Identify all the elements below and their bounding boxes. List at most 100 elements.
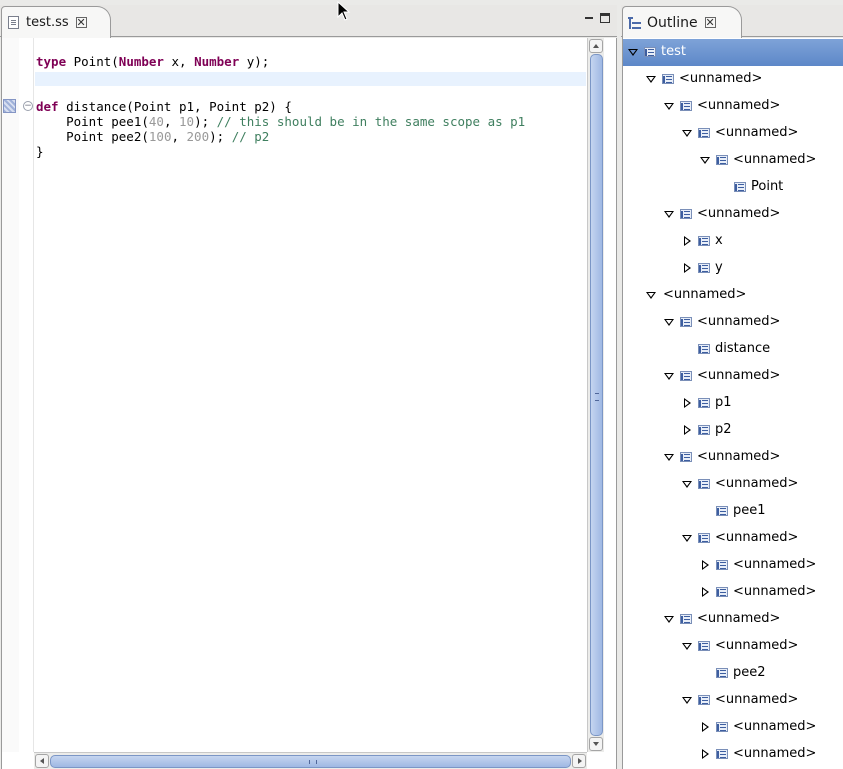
scroll-down-icon[interactable] — [589, 737, 603, 751]
tree-item[interactable]: pee2 — [623, 660, 843, 687]
code-editor[interactable]: − type Point(Number x, Number y); def di… — [1, 38, 617, 769]
expanded-arrow-icon[interactable] — [682, 128, 692, 138]
expanded-arrow-icon[interactable] — [664, 317, 674, 327]
tree-item[interactable]: <unnamed> — [623, 444, 843, 471]
vertical-scrollbar[interactable] — [587, 38, 604, 752]
tree-item[interactable]: <unnamed> — [623, 120, 843, 147]
scroll-left-icon[interactable] — [35, 754, 49, 768]
tree-item-label: <unnamed> — [697, 98, 781, 113]
tree-item-label: <unnamed> — [715, 638, 799, 653]
outline-tree[interactable]: test <unnamed> <unnamed> <unnamed> <unnamed>… — [622, 38, 843, 769]
code-token: x, — [163, 54, 195, 69]
collapsed-arrow-icon[interactable] — [700, 749, 710, 759]
fold-toggle-icon[interactable]: − — [23, 101, 33, 111]
tree-item-label: p1 — [715, 395, 732, 410]
expanded-arrow-icon[interactable] — [628, 47, 638, 57]
tree-item[interactable]: p1 — [623, 390, 843, 417]
collapsed-arrow-icon[interactable] — [682, 236, 692, 246]
tree-item[interactable]: p2 — [623, 417, 843, 444]
tree-item[interactable]: <unnamed> — [623, 363, 843, 390]
expanded-arrow-icon[interactable] — [664, 371, 674, 381]
tree-item[interactable]: pee1 — [623, 498, 843, 525]
code-line[interactable]: type Point(Number x, Number y); — [36, 54, 525, 69]
expanded-arrow-icon[interactable] — [646, 74, 656, 84]
tree-item[interactable]: <unnamed> — [623, 66, 843, 93]
keyword-token: def — [36, 99, 59, 114]
expanded-arrow-icon[interactable] — [682, 695, 692, 705]
tree-item[interactable]: y — [623, 255, 843, 282]
expanded-arrow-icon[interactable] — [682, 533, 692, 543]
overview-ruler[interactable] — [2, 38, 19, 752]
close-icon[interactable]: ✕ — [75, 17, 87, 28]
comment-token: // this should be in the same scope as p… — [216, 114, 526, 129]
tree-item[interactable]: <unnamed> — [623, 606, 843, 633]
tree-item[interactable]: <unnamed> — [623, 579, 843, 606]
tree-item[interactable]: test — [623, 39, 843, 66]
tree-item[interactable]: <unnamed> — [623, 471, 843, 498]
tree-item[interactable]: <unnamed> — [623, 633, 843, 660]
code-line[interactable] — [36, 84, 525, 99]
tree-node-icon — [698, 344, 710, 354]
collapsed-arrow-icon[interactable] — [682, 398, 692, 408]
outline-tab[interactable]: Outline ✕ — [622, 6, 742, 38]
code-line[interactable]: Point pee2(100, 200); // p2 — [36, 129, 525, 144]
tree-item[interactable]: <unnamed> — [623, 714, 843, 741]
tree-item[interactable]: <unnamed> — [623, 147, 843, 174]
horizontal-scroll-thumb[interactable] — [50, 755, 571, 768]
horizontal-scrollbar[interactable] — [34, 752, 587, 769]
tree-item-label: distance — [715, 341, 771, 356]
code-line[interactable]: } — [36, 144, 525, 159]
tree-item-label: <unnamed> — [733, 719, 817, 734]
expanded-arrow-icon[interactable] — [664, 452, 674, 462]
code-line[interactable] — [36, 69, 525, 84]
expanded-arrow-icon[interactable] — [664, 209, 674, 219]
code-line[interactable]: def distance(Point p1, Point p2) { — [36, 99, 525, 114]
tree-item[interactable]: <unnamed> — [623, 282, 843, 309]
collapsed-arrow-icon[interactable] — [682, 263, 692, 273]
code-token: ); — [194, 114, 217, 129]
file-icon — [8, 16, 19, 29]
vertical-scroll-thumb[interactable] — [590, 54, 603, 736]
collapsed-arrow-icon[interactable] — [700, 722, 710, 732]
expanded-arrow-icon[interactable] — [664, 101, 674, 111]
editor-tab-test-ss[interactable]: test.ss ✕ — [1, 6, 111, 38]
expanded-arrow-icon[interactable] — [700, 155, 710, 165]
code-line[interactable]: Point pee1(40, 10); // this should be in… — [36, 114, 525, 129]
occurrence-marker[interactable] — [3, 99, 16, 113]
expanded-arrow-icon[interactable] — [646, 290, 656, 300]
tree-item-label: <unnamed> — [715, 692, 799, 707]
scroll-right-icon[interactable] — [572, 754, 586, 768]
minimize-icon[interactable] — [584, 13, 594, 23]
expanded-arrow-icon[interactable] — [682, 641, 692, 651]
collapsed-arrow-icon[interactable] — [700, 560, 710, 570]
tree-item[interactable]: Point — [623, 174, 843, 201]
tree-item[interactable]: <unnamed> — [623, 309, 843, 336]
close-icon[interactable]: ✕ — [704, 17, 716, 28]
expanded-arrow-icon[interactable] — [682, 479, 692, 489]
tree-node-icon — [716, 506, 728, 516]
gutter-divider — [33, 38, 34, 752]
collapsed-arrow-icon[interactable] — [682, 425, 692, 435]
keyword-token: Number — [118, 54, 164, 69]
tree-item-label: <unnamed> — [733, 557, 817, 572]
tree-item[interactable]: distance — [623, 336, 843, 363]
tree-item[interactable]: <unnamed> — [623, 525, 843, 552]
collapsed-arrow-icon[interactable] — [700, 587, 710, 597]
tree-item-label: pee1 — [733, 503, 766, 518]
tree-item[interactable]: <unnamed> — [623, 552, 843, 579]
tree-item[interactable]: <unnamed> — [623, 687, 843, 714]
tree-item-label: Point — [751, 179, 784, 194]
expanded-arrow-icon[interactable] — [664, 614, 674, 624]
tree-item[interactable]: x — [623, 228, 843, 255]
tree-item-label: x — [715, 233, 723, 248]
maximize-icon[interactable] — [600, 13, 610, 23]
editor-tab-strip: test.ss ✕ — [0, 5, 617, 38]
tree-item[interactable]: <unnamed> — [623, 201, 843, 228]
scroll-up-icon[interactable] — [589, 39, 603, 53]
tree-item[interactable]: <unnamed> — [623, 93, 843, 120]
tree-item-label: <unnamed> — [697, 449, 781, 464]
tree-item[interactable]: <unnamed> — [623, 741, 843, 768]
tree-item-label: p2 — [715, 422, 732, 437]
number-token: 10 — [179, 114, 195, 129]
code-text[interactable]: type Point(Number x, Number y); def dist… — [36, 54, 525, 159]
